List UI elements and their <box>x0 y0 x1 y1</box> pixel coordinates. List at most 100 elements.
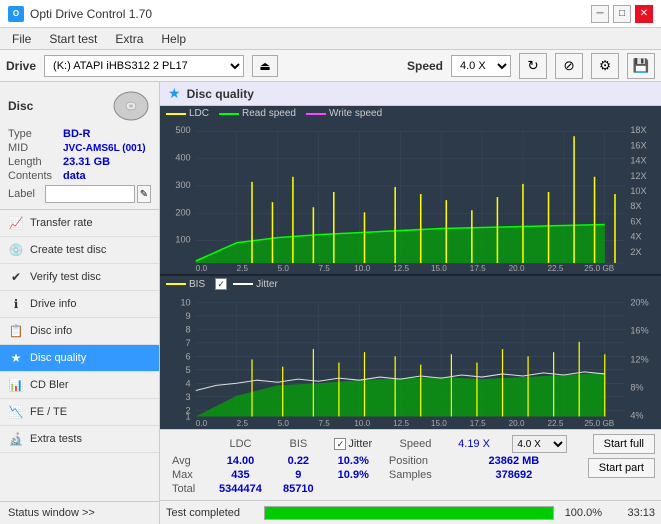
menu-bar: File Start test Extra Help <box>0 28 661 50</box>
disc-icon <box>111 88 151 124</box>
nav-extra-tests-label: Extra tests <box>30 433 82 445</box>
start-full-button[interactable]: Start full <box>593 434 655 454</box>
close-button[interactable]: ✕ <box>635 5 653 23</box>
bottom-chart: BIS ✓ Jitter <box>160 276 661 429</box>
svg-text:12X: 12X <box>630 171 646 181</box>
window-controls: ─ □ ✕ <box>591 5 653 23</box>
top-chart: LDC Read speed Write speed <box>160 106 661 274</box>
svg-text:22.5: 22.5 <box>548 264 564 271</box>
svg-text:12%: 12% <box>630 355 648 365</box>
type-value: BD-R <box>63 128 91 140</box>
menu-start-test[interactable]: Start test <box>41 30 105 48</box>
length-value: 23.31 GB <box>63 156 110 168</box>
svg-text:10.0: 10.0 <box>354 419 370 427</box>
svg-text:8: 8 <box>186 325 191 335</box>
progress-bar-container <box>264 506 554 520</box>
nav-cd-bler-label: CD Bler <box>30 379 69 391</box>
svg-text:0.0: 0.0 <box>196 419 208 427</box>
main-layout: Disc Type BD-R MID JVC-AMS6L (001) Leng <box>0 82 661 524</box>
col-header-empty <box>166 434 208 454</box>
eject-button[interactable]: ⏏ <box>252 55 278 77</box>
col-header-ldc: LDC <box>208 434 273 454</box>
svg-text:20.0: 20.0 <box>509 264 525 271</box>
stats-speed-select[interactable]: 4.0 X <box>512 435 567 453</box>
nav-disc-info-label: Disc info <box>30 325 72 337</box>
app-title: Opti Drive Control 1.70 <box>30 7 152 21</box>
nav-extra-tests[interactable]: 🔬 Extra tests <box>0 426 159 453</box>
chart-title: Disc quality <box>187 87 254 101</box>
label-key: Label <box>8 188 45 200</box>
save-button[interactable]: 💾 <box>627 53 655 79</box>
menu-extra[interactable]: Extra <box>107 30 151 48</box>
stats-row-avg: Avg 14.00 0.22 10.3% Position 23862 MB <box>166 454 580 468</box>
svg-text:10: 10 <box>180 298 190 308</box>
svg-text:8%: 8% <box>630 383 643 393</box>
top-chart-legend: LDC Read speed Write speed <box>160 106 661 121</box>
disc-panel: Disc Type BD-R MID JVC-AMS6L (001) Leng <box>0 82 159 210</box>
svg-text:7.5: 7.5 <box>318 419 330 427</box>
svg-text:17.5: 17.5 <box>470 264 486 271</box>
drive-select[interactable]: (K:) ATAPI iHBS312 2 PL17 <box>44 55 244 77</box>
menu-help[interactable]: Help <box>153 30 194 48</box>
nav-verify-test-disc[interactable]: ✔ Verify test disc <box>0 264 159 291</box>
svg-text:12.5: 12.5 <box>393 419 409 427</box>
start-part-button[interactable]: Start part <box>588 458 655 478</box>
svg-text:5.0: 5.0 <box>278 264 290 271</box>
nav-create-test-disc[interactable]: 💿 Create test disc <box>0 237 159 264</box>
contents-value: data <box>63 170 86 182</box>
mid-value: JVC-AMS6L (001) <box>63 143 146 154</box>
nav-transfer-rate[interactable]: 📈 Transfer rate <box>0 210 159 237</box>
progress-bar-fill <box>265 507 553 519</box>
nav-disc-quality[interactable]: ★ Disc quality <box>0 345 159 372</box>
bis-line-color <box>166 283 186 285</box>
erase-button[interactable]: ⊘ <box>555 53 583 79</box>
avg-label: Avg <box>166 454 208 468</box>
position-value: 23862 MB <box>448 454 580 468</box>
status-window-button[interactable]: Status window >> <box>0 501 159 524</box>
svg-text:5: 5 <box>186 365 191 375</box>
jitter-checkbox[interactable]: ✓ <box>215 278 227 290</box>
settings-button[interactable]: ⚙ <box>591 53 619 79</box>
charts-container: LDC Read speed Write speed <box>160 106 661 429</box>
menu-file[interactable]: File <box>4 30 39 48</box>
nav-fe-te[interactable]: 📉 FE / TE <box>0 399 159 426</box>
col-header-speed-select[interactable]: 4.0 X <box>500 434 580 454</box>
fe-te-icon: 📉 <box>8 404 24 420</box>
nav-drive-info[interactable]: ℹ Drive info <box>0 291 159 318</box>
drive-info-icon: ℹ <box>8 296 24 312</box>
nav-verify-test-disc-label: Verify test disc <box>30 271 101 283</box>
bottom-chart-legend: BIS ✓ Jitter <box>160 276 661 292</box>
contents-key: Contents <box>8 170 63 182</box>
svg-text:7.5: 7.5 <box>318 264 330 271</box>
speed-select[interactable]: 4.0 X <box>451 55 511 77</box>
jitter-checkbox-area: ✓ Jitter <box>215 278 278 290</box>
svg-text:7: 7 <box>186 338 191 348</box>
total-label: Total <box>166 482 208 496</box>
svg-text:15.0: 15.0 <box>431 264 447 271</box>
nav-disc-info[interactable]: 📋 Disc info <box>0 318 159 345</box>
label-input[interactable] <box>45 185 135 203</box>
nav-drive-info-label: Drive info <box>30 298 76 310</box>
maximize-button[interactable]: □ <box>613 5 631 23</box>
stats-table: LDC BIS ✓ Jitter Speed 4.19 X <box>166 434 580 496</box>
bottom-chart-svg: 10 9 8 7 6 5 4 3 2 1 20% 16% 12% 8% 4% <box>160 292 661 427</box>
status-text: Test completed <box>166 507 256 519</box>
legend-bis: BIS <box>166 279 205 290</box>
refresh-button[interactable]: ↻ <box>519 53 547 79</box>
max-jitter: 10.9% <box>324 468 383 482</box>
chart-header: ★ Disc quality <box>160 82 661 106</box>
col-header-speed-label: Speed <box>383 434 448 454</box>
svg-text:4X: 4X <box>630 232 641 242</box>
app-icon: O <box>8 6 24 22</box>
svg-text:16%: 16% <box>630 326 648 336</box>
minimize-button[interactable]: ─ <box>591 5 609 23</box>
chart-header-icon: ★ <box>168 85 181 102</box>
ldc-line-color <box>166 113 186 115</box>
samples-value: 378692 <box>448 468 580 482</box>
nav-create-test-disc-label: Create test disc <box>30 244 106 256</box>
col-header-bis: BIS <box>273 434 324 454</box>
nav-fe-te-label: FE / TE <box>30 406 67 418</box>
label-edit-button[interactable]: ✎ <box>137 185 151 203</box>
total-ldc: 5344474 <box>208 482 273 496</box>
nav-cd-bler[interactable]: 📊 CD Bler <box>0 372 159 399</box>
